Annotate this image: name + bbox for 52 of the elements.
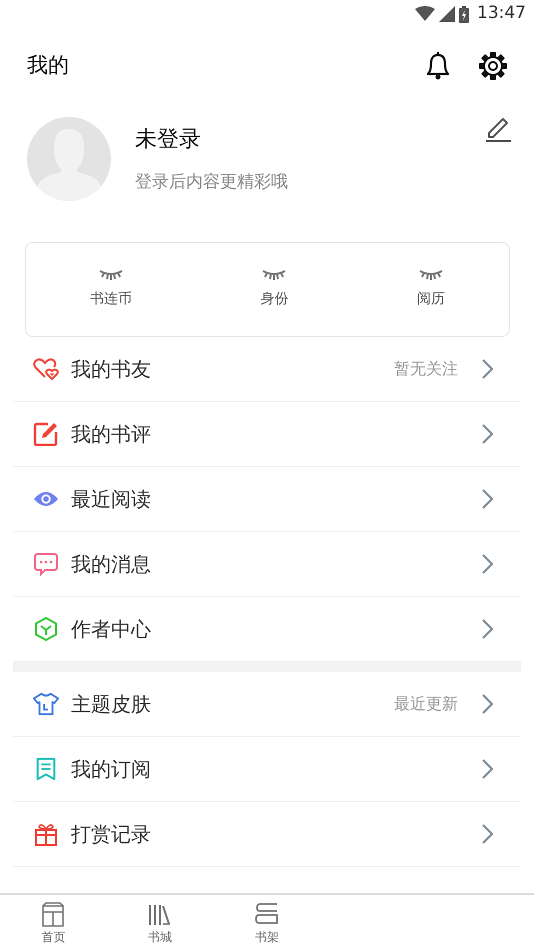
settings-icon[interactable] (478, 51, 508, 81)
chevron-right-icon (482, 619, 493, 639)
closed-eye-icon (262, 269, 286, 281)
notification-icon[interactable] (424, 51, 452, 81)
chevron-right-icon (482, 759, 493, 779)
home-tab-icon (41, 902, 66, 927)
menu-label: 主题皮肤 (71, 691, 151, 718)
chat-bubble-icon (33, 552, 59, 576)
t-shirt-icon (33, 692, 59, 716)
closed-eye-icon (418, 269, 443, 281)
hearts-icon (33, 357, 59, 381)
menu-row[interactable]: 我的书评 (13, 402, 521, 467)
wifi-icon (415, 6, 435, 22)
chevron-right-icon (482, 424, 493, 444)
menu-label: 我的书评 (71, 421, 151, 448)
menu-row[interactable]: 主题皮肤 最近更新 (13, 672, 521, 737)
chevron-right-icon (482, 489, 493, 509)
bookshelf-icon (254, 902, 279, 927)
login-hint: 登录后内容更精彩哦 (135, 170, 289, 194)
menu-row[interactable]: 我的书友 暂无关注 (13, 337, 521, 402)
menu-label: 我的消息 (71, 551, 151, 578)
chevron-right-icon (482, 359, 493, 379)
bookstore-icon (148, 902, 172, 927)
menu-label: 打赏记录 (71, 821, 151, 848)
chevron-right-icon (482, 554, 493, 574)
menu-row[interactable]: 打赏记录 (13, 802, 521, 867)
page-title: 我的 (27, 52, 69, 80)
menu-row[interactable]: 我的消息 (13, 532, 521, 597)
menu-label: 作者中心 (71, 616, 151, 643)
clock-time: 13:47 (477, 2, 526, 26)
stat-label[interactable]: 阅历 (416, 289, 445, 310)
signal-icon (439, 6, 455, 22)
closed-eye-icon (99, 269, 124, 281)
menu-row[interactable]: 最近阅读 (13, 467, 521, 532)
nav-tab[interactable]: 首页 (0, 895, 107, 950)
menu-note: 暂无关注 (394, 358, 458, 380)
menu-label: 最近阅读 (71, 486, 151, 513)
nav-tab[interactable]: 书架 (214, 895, 320, 950)
menu-row[interactable]: 我的订阅 (13, 737, 521, 802)
nav-tab[interactable]: 书城 (106, 895, 214, 950)
menu-label: 我的书友 (71, 356, 151, 383)
gift-icon (33, 822, 59, 846)
stat-label[interactable]: 身份 (260, 289, 288, 310)
stat-label[interactable]: 书连币 (90, 289, 132, 310)
user-name[interactable]: 未登录 (135, 122, 484, 156)
chevron-right-icon (482, 694, 493, 714)
menu-label: 我的订阅 (71, 756, 151, 783)
edit-note-icon (33, 422, 59, 446)
menu-note: 最近更新 (394, 693, 458, 715)
cube-icon (33, 617, 59, 641)
battery-icon (459, 6, 469, 22)
chevron-right-icon (482, 824, 493, 844)
